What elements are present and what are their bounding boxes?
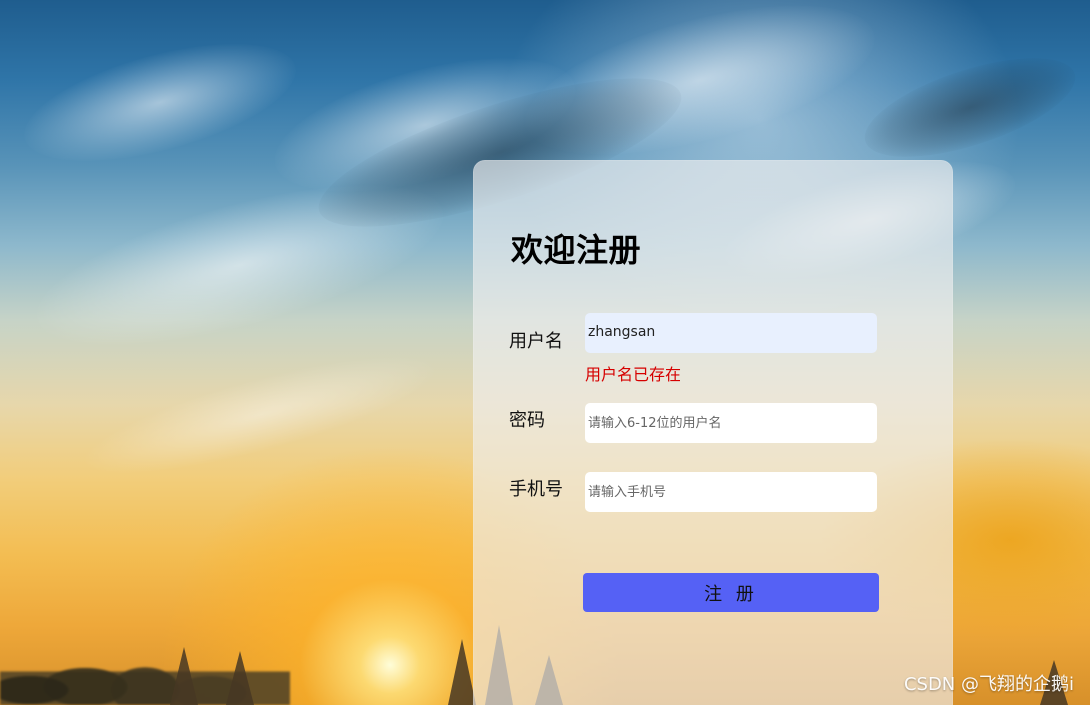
password-input[interactable]	[585, 403, 877, 443]
tree-silhouette	[170, 647, 198, 705]
registration-title: 欢迎注册	[511, 231, 642, 269]
tree-silhouette	[226, 651, 254, 705]
username-label: 用户名	[509, 331, 563, 352]
password-label: 密码	[509, 410, 545, 431]
csdn-watermark: CSDN @飞翔的企鹅i	[903, 674, 1074, 695]
registration-card: 欢迎注册 用户名 用户名已存在 密码 手机号 注 册	[473, 160, 953, 705]
username-error-message: 用户名已存在	[585, 365, 682, 384]
dark-cloud-2	[853, 37, 1087, 178]
phone-input[interactable]	[585, 472, 877, 512]
register-button[interactable]: 注 册	[583, 573, 879, 612]
cloud-1	[12, 20, 308, 185]
cloud-6	[77, 334, 443, 496]
tree-silhouette	[448, 639, 476, 705]
username-input[interactable]	[585, 313, 877, 353]
sunset-background: 欢迎注册 用户名 用户名已存在 密码 手机号 注 册 CSDN @飞翔的企鹅i	[0, 0, 1090, 705]
phone-label: 手机号	[509, 479, 563, 500]
